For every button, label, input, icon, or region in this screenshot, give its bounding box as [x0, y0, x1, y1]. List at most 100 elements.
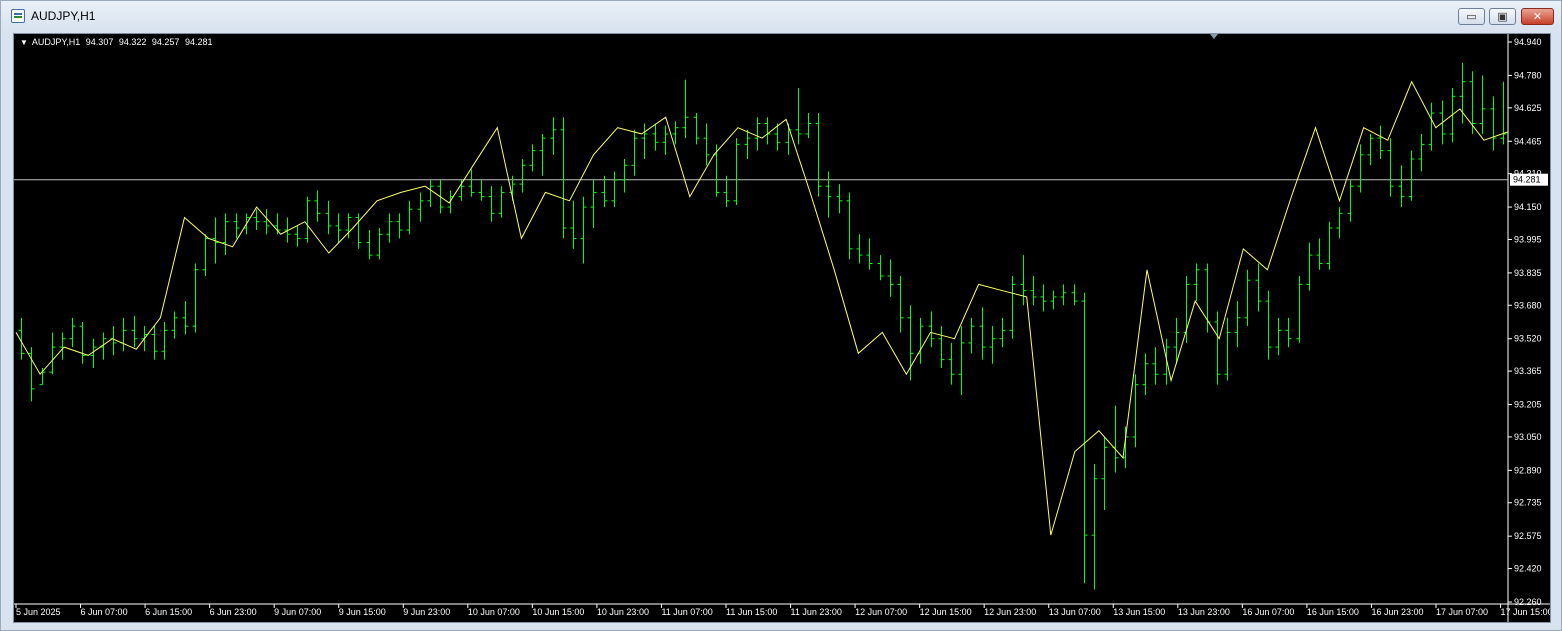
ohlc-bar [641, 123, 648, 160]
title-bar[interactable]: AUDJPY,H1 ▭ ▣ ✕ [1, 1, 1561, 31]
ohlc-bar [1418, 133, 1425, 172]
minimize-button[interactable]: ▭ [1458, 8, 1485, 25]
price-tick-label: 94.940 [1514, 37, 1542, 47]
collapse-arrow-icon[interactable]: ▼ [20, 38, 28, 47]
time-tick-label: 11 Jun 23:00 [791, 607, 842, 617]
ohlc-bar [764, 117, 771, 145]
chart-canvas[interactable]: 94.94094.78094.62594.46594.31094.15093.9… [14, 34, 1550, 622]
close-button[interactable]: ✕ [1521, 8, 1554, 25]
ohlc-bar [1071, 284, 1078, 306]
zigzag-line [15, 80, 1509, 536]
ohlc-bar [49, 332, 56, 375]
ohlc-bar [693, 113, 700, 145]
ohlc-bar [1193, 263, 1200, 302]
ohlc-bar [488, 186, 495, 222]
ohlc-bar [928, 311, 935, 348]
ohlc-bar [294, 225, 301, 247]
ohlc-bar [1387, 138, 1394, 197]
ohlc-bar [744, 129, 751, 160]
time-tick-label: 10 Jun 23:00 [597, 607, 649, 617]
ohlc-bar [703, 123, 710, 166]
ohlc-bar [202, 234, 209, 277]
ohlc-bar [1091, 464, 1098, 590]
ohlc-bar [917, 317, 924, 364]
ohlc-bar [958, 326, 965, 396]
price-tick-label: 94.780 [1514, 70, 1542, 80]
time-tick-label: 13 Jun 07:00 [1049, 607, 1101, 617]
ohlc-bar [621, 159, 628, 193]
ohlc-bar [897, 276, 904, 333]
ohlc-bar [662, 125, 669, 155]
time-tick-label: 13 Jun 23:00 [1178, 607, 1230, 617]
time-tick-label: 10 Jun 07:00 [468, 607, 520, 617]
ohlc-bar [1367, 133, 1374, 166]
ohlc-bar [866, 238, 873, 270]
price-tick-label: 92.575 [1514, 531, 1542, 541]
ohlc-bar [519, 159, 526, 193]
time-tick-label: 12 Jun 23:00 [984, 607, 1036, 617]
time-tick-label: 5 Jun 2025 [16, 607, 61, 617]
ohlc-bar [611, 171, 618, 208]
ohlc-bar [601, 175, 608, 208]
ohlc-bar [550, 117, 557, 155]
ohlc-bar [131, 315, 138, 348]
time-tick-label: 16 Jun 15:00 [1307, 607, 1359, 617]
ohlc-bar [1060, 284, 1067, 306]
price-tick-label: 92.420 [1514, 564, 1542, 574]
ohlc-bar [815, 113, 822, 197]
low-price: 94.257 [151, 37, 180, 47]
ohlc-bar [79, 322, 86, 364]
price-chart[interactable]: 94.940 94.780 94.625 94.465 94.310 94.150 93.9… [13, 33, 1551, 623]
ohlc-bar [335, 213, 342, 243]
ohlc-bar [1285, 317, 1292, 348]
ohlc-bar [1132, 374, 1139, 448]
ohlc-bar [754, 117, 761, 151]
ohlc-bar [1112, 405, 1119, 473]
open-price: 94.307 [85, 37, 114, 47]
ohlc-bar [979, 307, 986, 360]
ohlc-bar [948, 342, 955, 385]
ohlc-bar [1204, 263, 1211, 333]
price-tick-label: 92.260 [1514, 597, 1542, 607]
time-tick-label: 16 Jun 07:00 [1242, 607, 1294, 617]
ohlc-bar [222, 213, 229, 256]
price-tick-label: 93.520 [1514, 334, 1542, 344]
ohlc-bar [1081, 292, 1088, 584]
ohlc-bar [968, 317, 975, 354]
ohlc-bar [877, 255, 884, 281]
ohlc-bar [1142, 353, 1149, 396]
price-tick-label: 94.465 [1514, 136, 1542, 146]
ohlc-bar [1224, 317, 1231, 381]
price-tick-label: 93.680 [1514, 300, 1542, 310]
ohlc-bar [1500, 81, 1507, 145]
price-tick-label: 94.150 [1514, 202, 1542, 212]
ohlc-bar [1296, 276, 1303, 343]
ohlc-bar [529, 144, 536, 172]
time-tick-label: 17 Jun 07:00 [1436, 607, 1488, 617]
symbol-label: AUDJPY,H1 [31, 37, 81, 47]
ohlc-bar [1101, 436, 1108, 511]
ohlc-bar [1265, 290, 1272, 360]
ohlc-bar [478, 179, 485, 201]
ohlc-bar [39, 367, 46, 386]
ohlc-bar [1479, 75, 1486, 134]
time-tick-label: 9 Jun 15:00 [339, 607, 386, 617]
time-tick-label: 6 Jun 07:00 [81, 607, 128, 617]
maximize-button[interactable]: ▣ [1489, 8, 1516, 25]
price-tick-label: 92.890 [1514, 465, 1542, 475]
ohlc-bar [304, 196, 311, 243]
ohlc-bar [314, 190, 321, 222]
ohlc-bar [989, 326, 996, 364]
chart-shift-marker-icon[interactable] [1210, 34, 1218, 39]
ohlc-bar [1336, 207, 1343, 239]
price-tick-label: 93.835 [1514, 268, 1542, 278]
symbol-info: ▼ AUDJPY,H1 94.307 94.322 94.257 94.281 [20, 37, 215, 47]
ohlc-bar [1275, 317, 1282, 356]
time-tick-label: 11 Jun 07:00 [661, 607, 712, 617]
price-tick-label: 93.995 [1514, 234, 1542, 244]
chart-window: AUDJPY,H1 ▭ ▣ ✕ 94.940 94.780 94.625 94.465… [0, 0, 1562, 631]
ohlc-bar [825, 171, 832, 218]
ohlc-bar [325, 200, 332, 235]
ohlc-bar [999, 317, 1006, 348]
time-tick-label: 9 Jun 23:00 [403, 607, 450, 617]
